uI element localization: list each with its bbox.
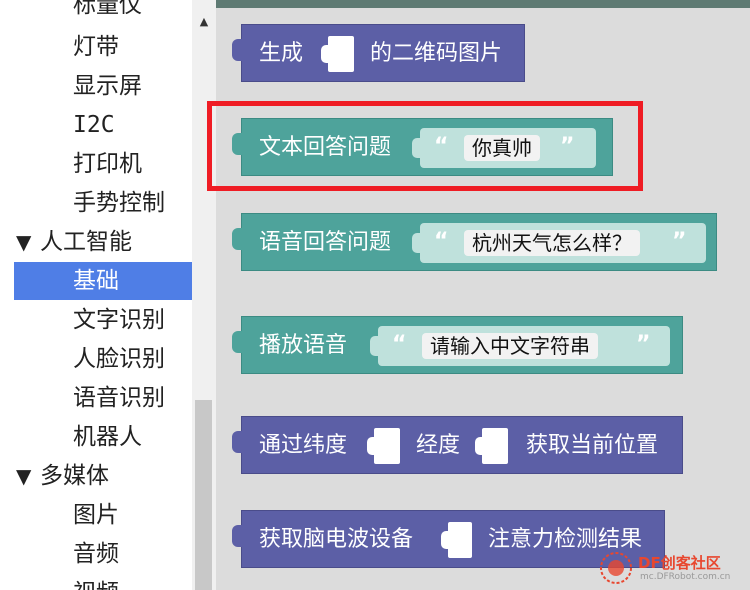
category-sidebar: 标量仪 灯带 显示屏 I2C 打印机 手势控制 ▼ 人工智能 基础 文字识别 人脸… — [0, 0, 192, 590]
block-connector — [232, 431, 242, 453]
voice-answer-block[interactable]: 语音回答问题 “ 杭州天气怎么样？ ” — [232, 213, 717, 271]
text-block-tab — [412, 233, 421, 253]
expand-triangle-icon[interactable]: ▼ — [16, 223, 40, 261]
sidebar-item-label: 多媒体 — [40, 463, 109, 489]
close-quote-icon: ” — [672, 229, 687, 254]
block-label: 通过纬度 — [259, 433, 348, 458]
block-label: 获取当前位置 — [526, 433, 659, 458]
sidebar-item-label: 标量仪 — [73, 0, 142, 18]
play-voice-block[interactable]: 播放语音 “ 请输入中文字符串 ” — [232, 316, 683, 374]
sidebar-item-label: 图片 — [73, 502, 119, 528]
watermark: DF创客社区 mc.DFRobot.com.cn — [598, 548, 748, 588]
block-connector — [232, 39, 242, 61]
longitude-input-slot[interactable] — [475, 428, 508, 464]
generate-qrcode-block[interactable]: 生成 的二维码图片 — [232, 24, 525, 82]
highlight-box — [207, 101, 643, 191]
sidebar-item-led-strip[interactable]: 灯带 — [0, 28, 192, 66]
sidebar-item-label: 视频 — [73, 580, 119, 590]
sidebar-item-label: 显示屏 — [73, 73, 142, 99]
sidebar-item-image[interactable]: 图片 — [0, 496, 192, 534]
sidebar-category-ai[interactable]: ▼ 人工智能 — [0, 223, 192, 261]
sidebar-item-label: 机器人 — [73, 424, 142, 450]
sidebar-item-video[interactable]: 视频 — [0, 574, 192, 590]
scroll-up-icon[interactable]: ▲ — [192, 10, 216, 34]
block-connector — [232, 331, 242, 353]
sidebar-item-label: 基础 — [73, 268, 119, 294]
sidebar-item-printer[interactable]: 打印机 — [0, 145, 192, 183]
sidebar-item-label: 文字识别 — [73, 307, 165, 333]
sidebar-item-audio[interactable]: 音频 — [0, 535, 192, 573]
sidebar-item-label: 人脸识别 — [73, 346, 165, 372]
block-label: 获取脑电波设备 — [259, 527, 414, 552]
sidebar-item-label: 灯带 — [73, 34, 119, 60]
device-input-slot[interactable] — [441, 522, 472, 558]
sidebar-item-text-recognition[interactable]: 文字识别 — [0, 301, 192, 339]
text-value-field[interactable]: 请输入中文字符串 — [422, 333, 598, 359]
sidebar-item-meter[interactable]: 标量仪 — [0, 0, 192, 24]
sidebar-item-label: 手势控制 — [73, 190, 165, 216]
sidebar-scrollbar[interactable]: ▲ — [192, 0, 216, 590]
watermark-title: DF创客社区 — [638, 554, 721, 572]
sidebar-item-label: I2C — [73, 112, 115, 138]
sidebar-item-label: 打印机 — [73, 151, 142, 177]
open-quote-icon: “ — [434, 229, 449, 254]
scrollbar-thumb[interactable] — [195, 400, 212, 590]
workspace-top-edge — [216, 0, 750, 8]
dfrobot-logo-icon — [600, 552, 632, 584]
block-label: 播放语音 — [259, 333, 348, 358]
text-input-block[interactable]: “ 请输入中文字符串 ” — [370, 326, 670, 366]
block-connector — [232, 525, 242, 547]
close-quote-icon: ” — [636, 332, 651, 357]
sidebar-item-label: 语音识别 — [73, 385, 165, 411]
block-label: 经度 — [416, 433, 461, 458]
sidebar-category-multimedia[interactable]: ▼ 多媒体 — [0, 457, 192, 495]
block-workspace[interactable] — [216, 0, 750, 590]
block-label: 生成 — [259, 41, 304, 66]
text-input-block[interactable]: “ 杭州天气怎么样？ ” — [412, 223, 706, 263]
get-location-block[interactable]: 通过纬度 经度 获取当前位置 — [232, 416, 683, 474]
watermark-url: mc.DFRobot.com.cn — [640, 572, 731, 582]
sidebar-item-label: 音频 — [73, 541, 119, 567]
sidebar-item-basic[interactable]: 基础 — [14, 262, 192, 300]
sidebar-item-speech-recognition[interactable]: 语音识别 — [0, 379, 192, 417]
text-value-field[interactable]: 杭州天气怎么样？ — [464, 230, 640, 256]
text-block-tab — [370, 336, 379, 356]
sidebar-item-gesture[interactable]: 手势控制 — [0, 184, 192, 222]
sidebar-item-face-recognition[interactable]: 人脸识别 — [0, 340, 192, 378]
expand-triangle-icon[interactable]: ▼ — [16, 457, 40, 495]
value-input-slot[interactable] — [321, 36, 354, 72]
block-label: 的二维码图片 — [370, 41, 503, 66]
block-label: 语音回答问题 — [259, 230, 392, 255]
block-connector — [232, 228, 242, 250]
sidebar-item-label: 人工智能 — [40, 229, 132, 255]
sidebar-item-display[interactable]: 显示屏 — [0, 67, 192, 105]
sidebar-item-i2c[interactable]: I2C — [0, 106, 192, 144]
sidebar-item-robot[interactable]: 机器人 — [0, 418, 192, 456]
latitude-input-slot[interactable] — [367, 428, 400, 464]
open-quote-icon: “ — [392, 332, 407, 357]
